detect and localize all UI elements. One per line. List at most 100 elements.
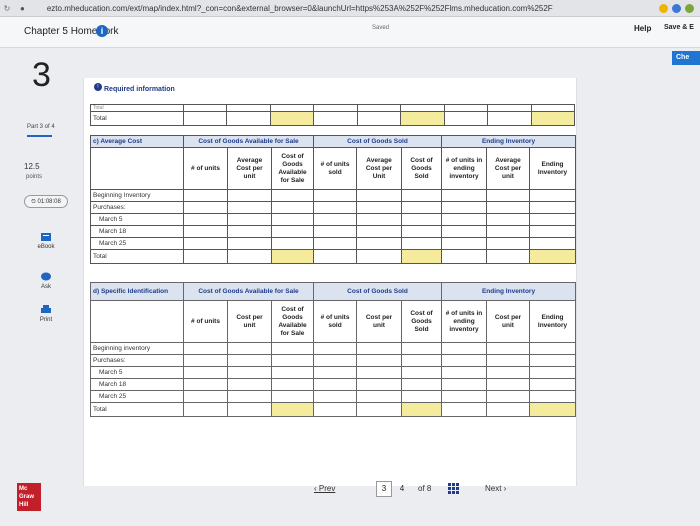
table-cell[interactable] <box>356 249 403 264</box>
table-cell[interactable] <box>313 366 358 379</box>
table-cell[interactable] <box>313 111 358 126</box>
table-cell[interactable] <box>529 342 577 355</box>
table-cell[interactable] <box>183 213 228 226</box>
table-cell[interactable] <box>401 189 443 202</box>
table-cell[interactable] <box>227 342 272 355</box>
print-button[interactable]: Print <box>28 305 64 323</box>
table-cell[interactable] <box>227 237 272 250</box>
table-cell[interactable] <box>529 225 577 238</box>
table-cell[interactable] <box>227 189 272 202</box>
table-cell[interactable] <box>401 378 443 391</box>
table-cell[interactable] <box>530 111 575 126</box>
reload-icon[interactable]: ↻ <box>0 4 14 13</box>
table-cell[interactable] <box>356 366 403 379</box>
timer[interactable]: ⏲ 01:08:08 <box>24 195 68 208</box>
table-cell[interactable] <box>356 111 402 126</box>
extension-icon[interactable] <box>672 3 681 13</box>
table-cell[interactable] <box>441 213 488 226</box>
table-cell[interactable] <box>356 402 403 417</box>
table-cell[interactable] <box>401 249 443 264</box>
table-cell[interactable] <box>486 225 531 238</box>
table-cell[interactable] <box>227 249 272 264</box>
extension-icon[interactable] <box>659 3 668 13</box>
table-cell[interactable] <box>270 249 315 264</box>
table-cell[interactable] <box>356 225 403 238</box>
table-cell[interactable] <box>356 189 403 202</box>
table-cell[interactable] <box>182 111 228 126</box>
table-cell[interactable] <box>313 213 358 226</box>
help-link[interactable]: Help <box>634 24 651 33</box>
table-cell[interactable] <box>269 111 315 126</box>
table-cell[interactable] <box>313 225 358 238</box>
table-cell[interactable] <box>227 366 272 379</box>
table-cell[interactable] <box>529 249 577 264</box>
table-cell[interactable] <box>401 366 443 379</box>
table-cell[interactable] <box>441 342 488 355</box>
table-cell[interactable] <box>270 225 315 238</box>
table-cell[interactable] <box>183 249 228 264</box>
table-cell[interactable] <box>227 378 272 391</box>
next-button[interactable]: Next › <box>485 484 506 493</box>
table-cell[interactable] <box>401 390 443 403</box>
table-cell[interactable] <box>313 189 358 202</box>
table-cell[interactable] <box>226 111 271 126</box>
table-cell[interactable] <box>227 213 272 226</box>
table-cell[interactable] <box>183 402 228 417</box>
table-cell[interactable] <box>270 237 315 250</box>
table-cell[interactable] <box>486 390 531 403</box>
table-cell[interactable] <box>227 390 272 403</box>
table-cell[interactable] <box>183 189 228 202</box>
table-cell[interactable] <box>486 378 531 391</box>
page-4-button[interactable]: 4 <box>394 481 410 497</box>
check-my-work-button[interactable]: Che <box>672 51 700 65</box>
ebook-button[interactable]: eBook <box>28 232 64 250</box>
table-cell[interactable] <box>441 225 488 238</box>
table-cell[interactable] <box>183 390 228 403</box>
address-bar[interactable]: ezto.mheducation.com/ext/map/index.html?… <box>47 4 607 13</box>
table-cell[interactable] <box>486 342 531 355</box>
table-cell[interactable] <box>270 390 315 403</box>
table-cell[interactable] <box>313 390 358 403</box>
table-cell[interactable] <box>183 237 228 250</box>
save-exit-button[interactable]: Save & E <box>664 24 694 31</box>
table-cell[interactable] <box>227 402 272 417</box>
info-icon[interactable]: i <box>96 25 108 37</box>
table-cell[interactable] <box>401 402 443 417</box>
table-cell[interactable] <box>313 402 358 417</box>
table-cell[interactable] <box>401 213 443 226</box>
ask-button[interactable]: Ask <box>28 272 64 290</box>
table-cell[interactable] <box>486 237 531 250</box>
table-cell[interactable] <box>441 366 488 379</box>
table-cell[interactable] <box>356 342 403 355</box>
page-3-button[interactable]: 3 <box>376 481 392 497</box>
table-cell[interactable] <box>529 402 577 417</box>
table-cell[interactable] <box>486 366 531 379</box>
table-cell[interactable] <box>441 378 488 391</box>
table-cell[interactable] <box>356 213 403 226</box>
table-cell[interactable] <box>486 249 531 264</box>
table-cell[interactable] <box>270 213 315 226</box>
table-cell[interactable] <box>529 378 577 391</box>
table-cell[interactable] <box>227 225 272 238</box>
table-cell[interactable] <box>356 378 403 391</box>
table-cell[interactable] <box>441 249 488 264</box>
table-cell[interactable] <box>270 378 315 391</box>
table-cell[interactable] <box>529 390 577 403</box>
table-cell[interactable] <box>441 390 488 403</box>
grid-icon[interactable] <box>448 483 459 494</box>
prev-button[interactable]: ‹ Prev <box>314 484 335 493</box>
table-cell[interactable] <box>529 213 577 226</box>
table-cell[interactable] <box>313 378 358 391</box>
table-cell[interactable] <box>401 342 443 355</box>
table-cell[interactable] <box>183 378 228 391</box>
table-cell[interactable] <box>356 237 403 250</box>
table-cell[interactable] <box>270 366 315 379</box>
table-cell[interactable] <box>356 390 403 403</box>
table-cell[interactable] <box>441 402 488 417</box>
table-cell[interactable] <box>487 111 532 126</box>
table-cell[interactable] <box>486 189 531 202</box>
table-cell[interactable] <box>401 237 443 250</box>
table-cell[interactable] <box>183 366 228 379</box>
table-cell[interactable] <box>400 111 445 126</box>
table-cell[interactable] <box>313 342 358 355</box>
